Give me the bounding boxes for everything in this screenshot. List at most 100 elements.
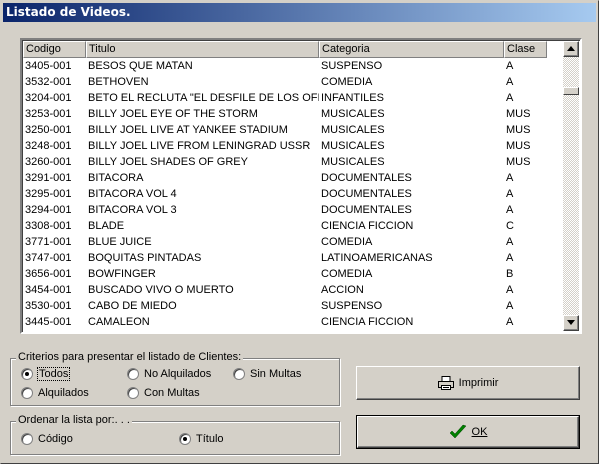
cell-categoria: DOCUMENTALES [321,204,412,216]
table-row[interactable]: 3308-001 BLADE CIENCIA FICCION C [23,218,563,234]
cell-categoria: INFANTILES [321,92,384,104]
column-header-titulo[interactable]: Titulo [86,41,319,58]
cell-categoria: LATINOAMERICANAS [321,252,433,264]
criteria-group: Criterios para presentar el listado de C… [10,351,340,406]
cell-categoria: COMEDIA [321,76,373,88]
cell-titulo: BLUE JUICE [88,236,152,248]
radio-alquilados-label: Alquilados [38,387,89,399]
cell-clase: A [506,236,514,248]
cell-codigo: 3656-001 [25,268,72,280]
cell-codigo: 3250-001 [25,124,72,136]
radio-titulo-label: Título [196,433,224,445]
cell-titulo: BETHOVEN [88,76,149,88]
cell-titulo: BUSCADO VIVO O MUERTO [88,284,234,296]
table-row[interactable]: 3530-001 CABO DE MIEDO SUSPENSO A [23,298,563,314]
radio-no-alquilados[interactable]: No Alquilados [127,368,211,380]
checkmark-icon [449,424,467,440]
cell-codigo: 3204-001 [25,92,72,104]
videos-list-window: Listado de Videos. Codigo Titulo Categor… [0,0,599,464]
cell-codigo: 3253-001 [25,108,72,120]
cell-codigo: 3405-001 [25,60,72,72]
radio-codigo[interactable]: Código [21,433,73,445]
ok-button-label: OK [471,426,488,438]
cell-codigo: 3771-001 [25,236,72,248]
cell-codigo: 3294-001 [25,204,72,216]
table-row[interactable]: 3253-001 BILLY JOEL EYE OF THE STORM MUSIC… [23,106,563,122]
table-row[interactable]: 3405-001 BESOS QUE MATAN SUSPENSO A [23,58,563,74]
radio-no-alquilados-indicator [127,368,139,380]
radio-sin-multas[interactable]: Sin Multas [233,368,301,380]
cell-titulo: BOQUITAS PINTADAS [88,252,202,264]
cell-clase: MUS [506,108,531,120]
column-header-codigo[interactable]: Codigo [23,41,86,58]
radio-alquilados[interactable]: Alquilados [21,387,89,399]
cell-categoria: CIENCIA FICCION [321,316,414,328]
cell-clase: MUS [506,124,531,136]
cell-clase: A [506,76,514,88]
cell-titulo: BITACORA VOL 3 [88,204,177,216]
table-row[interactable]: 3250-001 BILLY JOEL LIVE AT YANKEE STADIU… [23,122,563,138]
radio-no-alquilados-label: No Alquilados [144,368,212,380]
ok-button[interactable]: OK [356,415,580,449]
column-header-categoria[interactable]: Categoria [319,41,504,58]
cell-categoria: COMEDIA [321,236,373,248]
cell-clase: B [506,268,514,280]
cell-titulo: BILLY JOEL EYE OF THE STORM [88,108,258,120]
cell-codigo: 3454-001 [25,284,72,296]
cell-titulo: CAMALEON [88,316,150,328]
cell-clase: A [506,252,514,264]
scroll-thumb[interactable] [563,87,579,95]
cell-clase: MUS [506,156,531,168]
cell-codigo: 3308-001 [25,220,72,232]
table-row[interactable]: 3204-001 BETO EL RECLUTA "EL DESFILE DE L… [23,90,563,106]
scroll-down-button[interactable] [563,315,579,331]
table-row[interactable]: 3291-001 BITACORA DOCUMENTALES A [23,170,563,186]
list-body: 3405-001 BESOS QUE MATAN SUSPENSO A 3532-001… [23,58,563,330]
videos-list-view[interactable]: Codigo Titulo Categoria Clase 3405-001 BE… [20,38,582,334]
cell-categoria: MUSICALES [321,124,385,136]
table-row[interactable]: 3445-001 CAMALEON CIENCIA FICCION A [23,314,563,330]
table-row[interactable]: 3656-001 BOWFINGER COMEDIA B [23,266,563,282]
order-group: Ordenar la lista por:. . . Código Título [10,414,340,455]
cell-titulo: BITACORA VOL 4 [88,188,177,200]
cell-titulo: BILLY JOEL LIVE FROM LENINGRAD USSR [88,140,311,152]
radio-todos-indicator [21,368,33,380]
table-row[interactable]: 3294-001 BITACORA VOL 3 DOCUMENTALES A [23,202,563,218]
column-header-clase[interactable]: Clase [504,41,547,58]
cell-clase: A [506,60,514,72]
cell-clase: MUS [506,140,531,152]
cell-codigo: 3295-001 [25,188,72,200]
cell-clase: A [506,204,514,216]
cell-clase: A [506,284,514,296]
table-row[interactable]: 3295-001 BITACORA VOL 4 DOCUMENTALES A [23,186,563,202]
cell-titulo: BESOS QUE MATAN [88,60,193,72]
cell-codigo: 3260-001 [25,156,72,168]
radio-todos[interactable]: Todos [21,367,71,381]
arrow-down-icon [567,320,575,325]
radio-con-multas[interactable]: Con Multas [127,387,200,399]
radio-con-multas-label: Con Multas [144,387,200,399]
table-row[interactable]: 3260-001 BILLY JOEL SHADES OF GREY MUSICAL… [23,154,563,170]
cell-titulo: BOWFINGER [88,268,156,280]
criteria-group-label: Criterios para presentar el listado de C… [16,351,244,363]
radio-alquilados-indicator [21,387,33,399]
cell-clase: A [506,92,514,104]
cell-clase: A [506,316,514,328]
vertical-scrollbar[interactable] [563,41,579,331]
cell-clase: A [506,172,514,184]
table-row[interactable]: 3532-001 BETHOVEN COMEDIA A [23,74,563,90]
cell-codigo: 3291-001 [25,172,72,184]
print-button[interactable]: Imprimir [356,366,580,400]
table-row[interactable]: 3248-001 BILLY JOEL LIVE FROM LENINGRAD U… [23,138,563,154]
cell-categoria: DOCUMENTALES [321,188,412,200]
window-title: Listado de Videos. [3,3,596,22]
cell-codigo: 3532-001 [25,76,72,88]
cell-codigo: 3248-001 [25,140,72,152]
table-row[interactable]: 3771-001 BLUE JUICE COMEDIA A [23,234,563,250]
table-row[interactable]: 3454-001 BUSCADO VIVO O MUERTO ACCION A [23,282,563,298]
table-row[interactable]: 3747-001 BOQUITAS PINTADAS LATINOAMERICANA… [23,250,563,266]
scroll-up-button[interactable] [563,41,579,57]
radio-sin-multas-label: Sin Multas [250,368,302,380]
print-button-label: Imprimir [458,377,499,389]
radio-titulo[interactable]: Título [179,433,224,445]
